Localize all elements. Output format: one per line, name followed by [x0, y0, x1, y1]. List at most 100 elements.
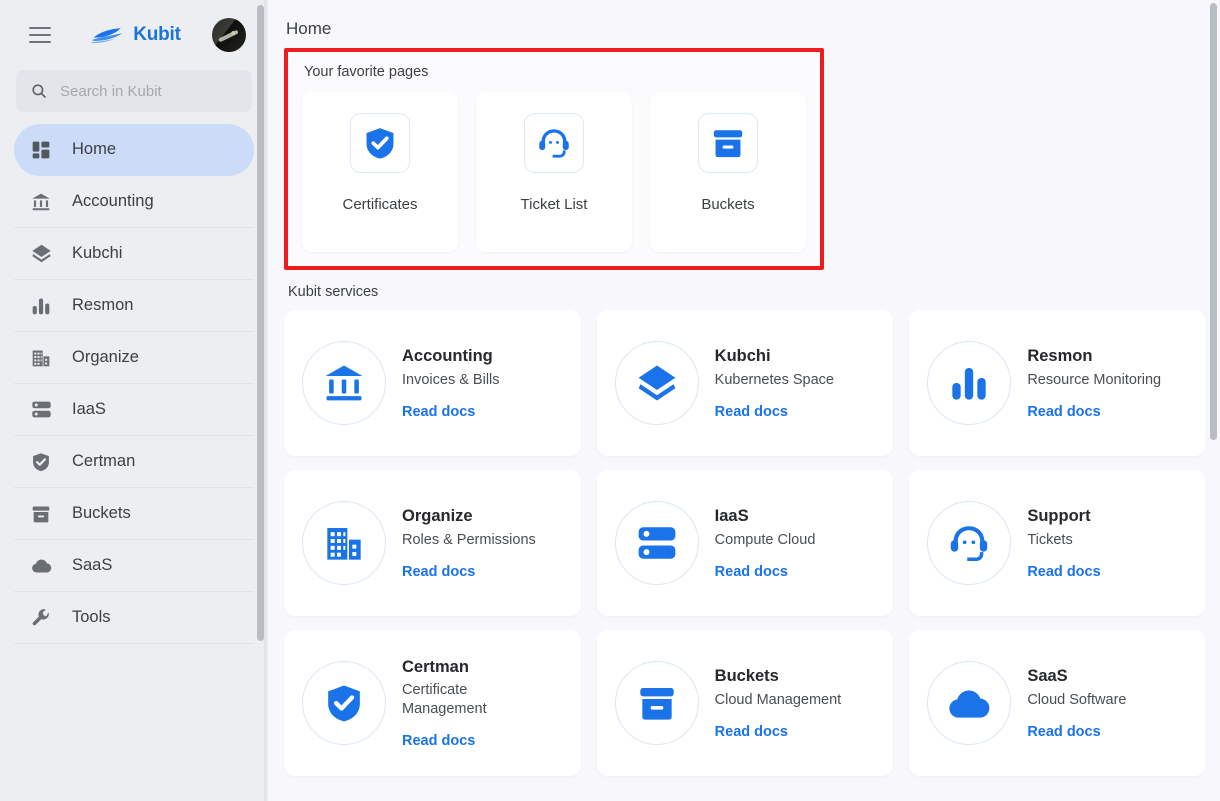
avatar[interactable]	[212, 18, 246, 52]
read-docs-link[interactable]: Read docs	[1027, 404, 1161, 420]
service-title: Support	[1027, 507, 1091, 526]
search-wrapper	[0, 70, 268, 112]
service-title: Resmon	[1027, 347, 1093, 366]
bar-chart-icon	[927, 341, 1012, 425]
service-card-support[interactable]: Support Tickets Read docs	[909, 470, 1206, 616]
read-docs-link[interactable]: Read docs	[402, 733, 542, 749]
shield-check-icon	[350, 113, 410, 173]
sidebar-item-label: Kubchi	[72, 244, 123, 262]
page-title: Home	[286, 19, 332, 38]
favorite-card-label: Buckets	[701, 196, 755, 213]
favorite-card-buckets[interactable]: Buckets	[650, 92, 806, 252]
read-docs-link[interactable]: Read docs	[715, 564, 816, 580]
headset-icon	[927, 501, 1012, 585]
sidebar-item-organize[interactable]: Organize	[14, 332, 254, 384]
sidebar: Kubit Home	[0, 0, 268, 801]
sidebar-scrollbar[interactable]	[257, 5, 264, 641]
bank-icon	[302, 341, 386, 425]
service-title: Buckets	[714, 667, 779, 686]
service-title: SaaS	[1027, 667, 1068, 686]
sidebar-item-saas[interactable]: SaaS	[14, 540, 254, 592]
service-card-saas[interactable]: SaaS Cloud Software Read docs	[909, 630, 1206, 776]
favorites-section: Your favorite pages Certificates Ticket …	[284, 48, 824, 270]
read-docs-link[interactable]: Read docs	[1027, 564, 1100, 580]
wrench-icon	[30, 607, 52, 629]
service-subtitle: Resource Monitoring	[1027, 371, 1162, 388]
main-scrollbar[interactable]	[1210, 3, 1217, 440]
brand-name: Kubit	[133, 24, 181, 45]
service-subtitle: Compute Cloud	[714, 531, 816, 548]
service-subtitle: Roles & Permissions	[402, 531, 536, 548]
layers-icon	[614, 341, 699, 425]
service-title: IaaS	[714, 507, 749, 526]
service-card-iaas[interactable]: IaaS Compute Cloud Read docs	[596, 470, 894, 616]
service-subtitle: Cloud Software	[1027, 691, 1127, 708]
sidebar-item-kubchi[interactable]: Kubchi	[14, 228, 254, 280]
sidebar-item-label: Certman	[72, 452, 136, 470]
search-box[interactable]	[16, 70, 252, 112]
read-docs-link[interactable]: Read docs	[715, 404, 834, 420]
sidebar-item-label: Accounting	[72, 192, 154, 210]
services-grid: Accounting Invoices & Bills Read docs Ku…	[284, 310, 1206, 776]
bank-icon	[30, 191, 52, 213]
sidebar-item-iaas[interactable]: IaaS	[14, 384, 254, 436]
service-card-resmon[interactable]: Resmon Resource Monitoring Read docs	[909, 310, 1206, 456]
favorite-card-label: Ticket List	[520, 196, 588, 213]
sidebar-item-buckets[interactable]: Buckets	[14, 488, 254, 540]
service-card-buckets[interactable]: Buckets Cloud Management Read docs	[596, 630, 894, 776]
sidebar-item-accounting[interactable]: Accounting	[14, 176, 254, 228]
read-docs-link[interactable]: Read docs	[715, 724, 842, 740]
building-icon	[30, 347, 52, 369]
read-docs-link[interactable]: Read docs	[402, 564, 536, 580]
bucket-icon	[614, 661, 699, 745]
sidebar-item-label: Tools	[72, 608, 111, 626]
sidebar-item-label: IaaS	[72, 400, 106, 418]
cloud-icon	[30, 555, 52, 577]
read-docs-link[interactable]: Read docs	[1027, 724, 1126, 740]
favorite-card-label: Certificates	[342, 196, 418, 213]
sidebar-item-label: SaaS	[72, 556, 113, 574]
search-input[interactable]	[60, 82, 238, 100]
service-subtitle: Kubernetes Space	[714, 371, 834, 388]
shield-check-icon	[30, 451, 52, 473]
sidebar-nav: Home Accounting Kubchi Resmon Organize I…	[0, 124, 268, 644]
service-subtitle: Tickets	[1027, 531, 1073, 548]
sidebar-item-home[interactable]: Home	[14, 124, 254, 176]
sidebar-header: Kubit	[0, 0, 268, 70]
server-icon	[30, 399, 52, 421]
favorites-grid: Certificates Ticket List Buckets	[302, 92, 806, 252]
layers-icon	[30, 243, 52, 265]
service-title: Organize	[402, 507, 473, 526]
favorite-card-certificates[interactable]: Certificates	[302, 92, 458, 252]
dashboard-icon	[30, 139, 52, 161]
shield-check-icon	[302, 661, 386, 745]
service-title: Accounting	[402, 347, 493, 366]
sidebar-item-label: Buckets	[72, 504, 131, 522]
content-area: Your favorite pages Certificates Ticket …	[268, 48, 1220, 776]
kubit-boat-logo	[91, 28, 123, 44]
services-label: Kubit services	[288, 284, 379, 300]
bucket-icon	[698, 113, 758, 173]
hamburger-icon[interactable]	[20, 15, 60, 55]
service-card-accounting[interactable]: Accounting Invoices & Bills Read docs	[284, 310, 581, 456]
service-title: Certman	[402, 657, 469, 676]
favorites-label: Your favorite pages	[304, 64, 429, 80]
sidebar-item-certman[interactable]: Certman	[14, 436, 254, 488]
bar-chart-icon	[30, 295, 52, 317]
brand-logo[interactable]: Kubit	[60, 24, 212, 46]
server-icon	[614, 501, 699, 585]
service-card-kubchi[interactable]: Kubchi Kubernetes Space Read docs	[596, 310, 894, 456]
sidebar-item-tools[interactable]: Tools	[14, 592, 254, 644]
favorite-card-ticket-list[interactable]: Ticket List	[476, 92, 632, 252]
service-title: Kubchi	[714, 347, 771, 366]
sidebar-item-resmon[interactable]: Resmon	[14, 280, 254, 332]
sidebar-item-label: Resmon	[72, 296, 134, 314]
main-content: Home Your favorite pages Certificates Ti…	[268, 0, 1220, 801]
service-card-certman[interactable]: Certman Certificate Management Read docs	[284, 630, 581, 776]
read-docs-link[interactable]: Read docs	[402, 404, 500, 420]
service-subtitle: Invoices & Bills	[402, 371, 500, 388]
service-card-organize[interactable]: Organize Roles & Permissions Read docs	[284, 470, 581, 616]
cloud-icon	[927, 661, 1012, 745]
service-subtitle: Cloud Management	[714, 691, 842, 708]
headset-icon	[524, 113, 584, 173]
